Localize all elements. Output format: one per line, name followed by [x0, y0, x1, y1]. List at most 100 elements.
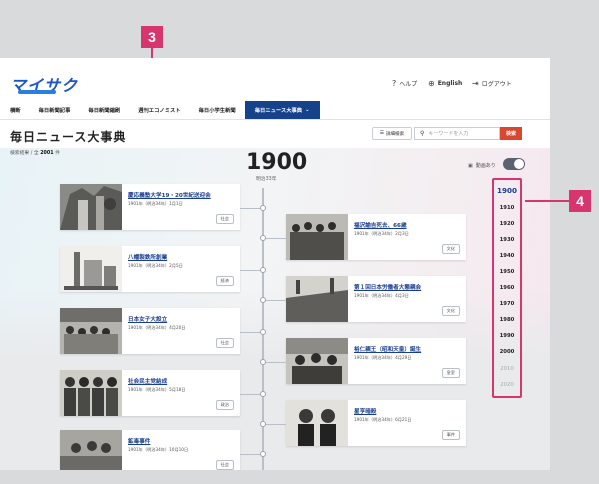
help-link[interactable]: ? ヘルプ	[392, 79, 417, 88]
event-tag[interactable]: 政治	[215, 400, 234, 410]
event-title[interactable]: 星亨暗殺	[354, 407, 376, 415]
event-card[interactable]: 第１回日本労働者大懇親会 1901年（明治34年）4月3日 文化	[286, 276, 466, 322]
decade-1910[interactable]: 1910	[495, 205, 519, 211]
event-photo	[60, 246, 122, 292]
event-title[interactable]: 第１回日本労働者大懇親会	[354, 283, 421, 291]
event-photo-image	[60, 430, 122, 470]
event-tag[interactable]: 文化	[441, 244, 460, 254]
app-window: マイサク ? ヘルプ ⊕ English ⇥ ログアウト 横断 毎日新聞記事 毎…	[0, 58, 550, 470]
timeline-dot	[260, 359, 266, 365]
event-card[interactable]: 鉱毒事件 1901年（明治34年）10月10日 社会	[60, 430, 240, 470]
event-tag[interactable]: 社会	[215, 460, 234, 470]
page-title: 毎日ニュース大事典	[10, 130, 127, 144]
event-tag[interactable]: 事件	[441, 430, 460, 440]
logout-label: ログアウト	[481, 81, 512, 88]
logout-link[interactable]: ⇥ ログアウト	[472, 79, 512, 88]
event-photo-image	[286, 338, 348, 384]
advanced-search-label: 詳細検索	[385, 131, 405, 137]
event-card[interactable]: 裕仁親王（昭和天皇）誕生 1901年（明治34年）4月29日 皇室	[286, 338, 466, 384]
decade-1940[interactable]: 1940	[495, 253, 519, 259]
event-card[interactable]: 福沢諭吉死去、66歳 1901年（明治34年）2月3日 文化	[286, 214, 466, 260]
event-date: 1901年（明治34年）2月5日	[128, 263, 183, 268]
decade-1960[interactable]: 1960	[495, 285, 519, 291]
event-title[interactable]: 鉱毒事件	[128, 437, 150, 445]
timeline-dot	[260, 421, 266, 427]
event-photo	[60, 370, 122, 416]
timeline-connector	[264, 424, 286, 425]
decade-2020[interactable]: 2020	[495, 382, 519, 388]
event-date: 1901年（明治34年）4月3日	[354, 293, 409, 298]
event-card[interactable]: 八幡製鉄所創業 1901年（明治34年）2月5日 経済	[60, 246, 240, 292]
event-card[interactable]: 日本女子大設立 1901年（明治34年）4月20日 社会	[60, 308, 240, 354]
timeline-dot	[260, 391, 266, 397]
callout-4-line	[525, 200, 569, 202]
callout-3-badge: 3	[141, 26, 163, 48]
timeline-dot	[260, 451, 266, 457]
search-icon: ⚲	[420, 130, 425, 137]
decade-1900[interactable]: 1900	[495, 186, 519, 195]
decade-1970[interactable]: 1970	[495, 301, 519, 307]
timeline-era: 明治33年	[256, 177, 277, 182]
timeline-connector	[240, 454, 262, 455]
nav-item-economist[interactable]: 週刊エコノミスト	[129, 101, 189, 119]
event-tag[interactable]: 経済	[215, 276, 234, 286]
event-tag[interactable]: 社会	[215, 214, 234, 224]
event-title[interactable]: 日本女子大設立	[128, 315, 167, 323]
timeline-connector	[240, 332, 262, 333]
event-card[interactable]: 星亨暗殺 1901年（明治34年）6月21日 事件	[286, 400, 466, 446]
event-title[interactable]: 裕仁親王（昭和天皇）誕生	[354, 345, 421, 353]
callout-4-badge: 4	[569, 190, 591, 212]
search-placeholder: キーワードを入力	[428, 131, 469, 137]
event-photo-image	[286, 276, 348, 322]
nav-item-elementary[interactable]: 毎日小学生新聞	[190, 101, 245, 119]
event-title[interactable]: 慶応義塾大学19・20世紀送迎会	[128, 191, 211, 199]
nav-item-crossing[interactable]: 横断	[0, 101, 30, 119]
event-photo-image	[60, 184, 122, 230]
event-title[interactable]: 八幡製鉄所創業	[128, 253, 167, 261]
event-tag[interactable]: 文化	[441, 306, 460, 316]
video-toggle[interactable]	[503, 158, 525, 170]
english-label: English	[437, 80, 463, 87]
nav-label: 毎日新聞縮刷	[88, 108, 121, 114]
event-tag[interactable]: 社会	[215, 338, 234, 348]
logout-icon: ⇥	[472, 79, 479, 88]
event-date: 1901年（明治34年）5月18日	[128, 387, 186, 392]
event-date: 1901年（明治34年）4月29日	[354, 355, 412, 360]
decade-2010[interactable]: 2010	[495, 366, 519, 372]
decade-1920[interactable]: 1920	[495, 221, 519, 227]
event-date: 1901年（明治34年）10月10日	[128, 447, 189, 452]
timeline-dot	[260, 235, 266, 241]
search-button[interactable]: 検索	[500, 127, 522, 140]
nav-label: 横断	[10, 108, 21, 114]
nav-item-news-encyclopedia[interactable]: 毎日ニュース大事典 ⌄	[244, 101, 320, 119]
event-tag[interactable]: 皇室	[441, 368, 460, 378]
decade-1930[interactable]: 1930	[495, 237, 519, 243]
decade-2000[interactable]: 2000	[495, 349, 519, 355]
nav-item-mainichi-reduced[interactable]: 毎日新聞縮刷	[79, 101, 129, 119]
event-photo	[286, 400, 348, 446]
help-icon: ?	[392, 79, 397, 88]
search-input[interactable]: ⚲ キーワードを入力	[414, 127, 500, 140]
event-title[interactable]: 福沢諭吉死去、66歳	[354, 221, 407, 229]
decade-1980[interactable]: 1980	[495, 317, 519, 323]
event-title[interactable]: 社会民主党結成	[128, 377, 167, 385]
nav-label: 週刊エコノミスト	[138, 108, 181, 114]
advanced-search-button[interactable]: ☰ 詳細検索	[372, 127, 412, 140]
event-card[interactable]: 慶応義塾大学19・20世紀送迎会 1901年（明治34年）1月1日 社会	[60, 184, 240, 230]
count-suffix: 件	[55, 151, 60, 156]
timeline-dot	[260, 297, 266, 303]
help-label: ヘルプ	[399, 81, 418, 88]
nav-item-mainichi-articles[interactable]: 毎日新聞記事	[30, 101, 80, 119]
count-prefix: 検索結果 / 全	[10, 151, 39, 156]
timeline-dot	[260, 205, 266, 211]
chevron-down-icon: ⌄	[305, 107, 310, 113]
english-link[interactable]: ⊕ English	[428, 79, 462, 88]
main-nav: 横断 毎日新聞記事 毎日新聞縮刷 週刊エコノミスト 毎日小学生新聞 毎日ニュース…	[0, 101, 320, 119]
event-card[interactable]: 社会民主党結成 1901年（明治34年）5月18日 政治	[60, 370, 240, 416]
decade-1990[interactable]: 1990	[495, 333, 519, 339]
count-value: 2001	[40, 151, 54, 156]
video-label: 動画あり	[475, 163, 496, 169]
event-photo-image	[286, 400, 348, 446]
decade-1950[interactable]: 1950	[495, 269, 519, 275]
globe-icon: ⊕	[428, 79, 435, 88]
